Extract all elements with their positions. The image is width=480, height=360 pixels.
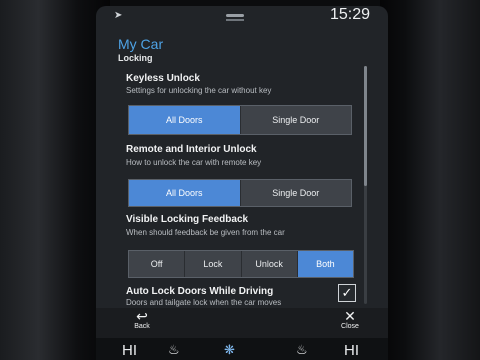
keyless-unlock-title: Keyless Unlock [126,73,200,84]
settings-list[interactable]: Keyless Unlock Settings for unlocking th… [118,68,360,308]
seat-heat-icon[interactable]: ♨ [296,342,308,358]
feedback-lock-option[interactable]: Lock [185,251,242,277]
infotainment-screen: ➤ 15:29 My Car Locking Keyless Unlock Se… [96,6,388,360]
remote-unlock-segmented: All Doors Single Door [128,179,352,207]
seat-heat-icon[interactable]: ♨ [168,342,180,358]
right-temp[interactable]: HI [344,342,359,359]
feedback-both-option[interactable]: Both [297,251,353,277]
feedback-off-option[interactable]: Off [129,251,186,277]
scrollbar[interactable] [364,66,367,304]
top-pull-handle[interactable] [226,14,244,21]
page-subtitle: Locking [118,53,153,63]
close-button[interactable]: ✕ Close [328,308,372,334]
remote-unlock-title: Remote and Interior Unlock [126,144,257,155]
clock: 15:29 [329,6,370,23]
keyless-unlock-desc: Settings for unlocking the car without k… [126,86,272,95]
fan-icon[interactable]: ❋ [224,342,235,358]
locking-feedback-title: Visible Locking Feedback [126,214,249,225]
checkmark-icon: ✓ [341,285,353,300]
back-arrow-icon: ↩ [136,308,148,324]
feedback-unlock-option[interactable]: Unlock [242,251,298,277]
scrollbar-thumb[interactable] [364,66,367,186]
auto-lock-desc: Doors and tailgate lock when the car mov… [126,298,282,307]
back-label: Back [134,323,150,330]
auto-lock-title: Auto Lock Doors While Driving [126,286,274,297]
locking-feedback-desc: When should feedback be given from the c… [126,228,285,237]
page-title: My Car [118,36,164,52]
keyless-single-door-option[interactable]: Single Door [241,106,352,134]
keyless-unlock-segmented: All Doors Single Door [128,105,352,135]
auto-lock-checkbox[interactable]: ✓ [338,284,356,302]
close-label: Close [341,323,359,330]
close-icon: ✕ [344,308,356,324]
remote-single-door-option[interactable]: Single Door [241,180,352,206]
status-bar: ➤ 15:29 [96,6,388,30]
back-button[interactable]: ↩ Back [120,308,164,334]
keyless-all-doors-option[interactable]: All Doors [129,106,241,134]
climate-bar: HI ♨ ❋ ♨ HI [96,338,388,360]
car-bezel-right [380,0,480,360]
remote-all-doors-option[interactable]: All Doors [129,180,241,206]
left-temp[interactable]: HI [122,342,137,359]
car-bezel-left [0,0,110,360]
locking-feedback-segmented: Off Lock Unlock Both [128,250,354,278]
remote-unlock-desc: How to unlock the car with remote key [126,158,262,167]
nav-arrow-icon: ➤ [114,10,123,21]
